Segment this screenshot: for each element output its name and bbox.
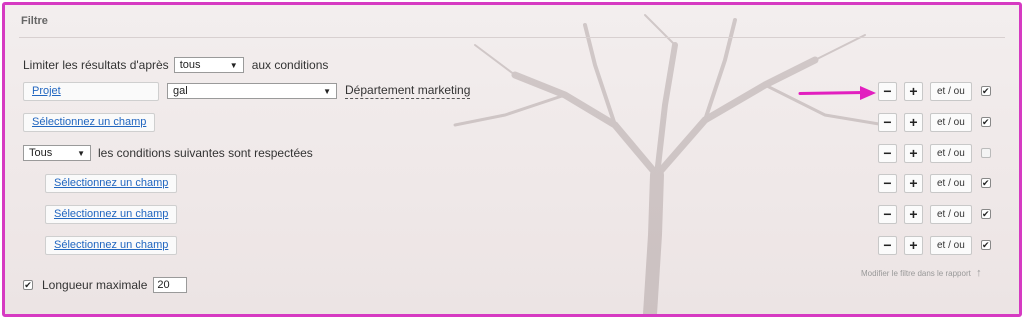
plus-button[interactable]: + [904,204,923,224]
dropdown-arrow-icon: ▼ [323,86,331,96]
condition-checkbox[interactable]: ✔ [980,86,991,96]
limit-row: Limiter les résultats d'après tous ▼ aux… [23,55,328,75]
condition-checkbox[interactable]: ✔ [980,117,991,127]
and-or-button[interactable]: et / ou [930,204,972,224]
annotation-arrow-icon [798,86,876,100]
max-length-row: ✔ Longueur maximale 20 [23,275,188,295]
condition-checkbox[interactable]: ✔ [980,209,991,219]
minus-button[interactable]: − [878,235,897,255]
condition-row-6: Sélectionnez un champ [45,235,178,255]
dropdown-arrow-icon: ▼ [77,148,85,158]
condition-row-4: Sélectionnez un champ [45,173,178,193]
dropdown-arrow-icon: ▼ [229,60,238,70]
filter-panel: Filtre Limiter les résultats d'après tou… [2,2,1022,317]
condition-checkbox[interactable]: ✔ [980,240,991,250]
group-select-value: Tous [29,147,53,159]
minus-button[interactable]: − [878,143,897,163]
title-divider [19,37,1005,38]
group-text: les conditions suivantes sont respectées [98,146,313,160]
plus-button[interactable]: + [904,81,923,101]
field-button[interactable]: Sélectionnez un champ [45,235,178,255]
field-link[interactable]: Sélectionnez un champ [54,177,168,189]
field-link[interactable]: Sélectionnez un champ [54,239,168,251]
modify-filter-link[interactable]: Modifier le filtre dans le rapport ↑ [861,267,982,279]
background-tree-image [453,14,887,314]
condition-controls-1: − + et / ou ✔ [878,81,991,101]
condition-controls-2: − + et / ou ✔ [878,112,991,132]
field-button[interactable]: Sélectionnez un champ [23,112,156,132]
condition-controls-5: − + et / ou ✔ [878,204,991,224]
minus-button[interactable]: − [878,204,897,224]
field-button[interactable]: Projet [23,81,159,101]
and-or-button[interactable]: et / ou [930,143,972,163]
minus-button[interactable]: − [878,112,897,132]
limit-select[interactable]: tous ▼ [173,57,244,73]
minus-button[interactable]: − [878,173,897,193]
condition-value[interactable]: Département marketing [345,83,471,99]
limit-prefix: Limiter les résultats d'après [23,58,169,72]
condition-row-1: Projet gal ▼ Département marketing [23,81,471,101]
and-or-button[interactable]: et / ou [930,81,972,101]
condition-controls-4: − + et / ou ✔ [878,173,991,193]
condition-controls-6: − + et / ou ✔ [878,235,991,255]
limit-suffix: aux conditions [251,58,329,72]
operator-select[interactable]: gal ▼ [167,83,337,99]
plus-button[interactable]: + [904,173,923,193]
plus-button[interactable]: + [904,235,923,255]
condition-group-row: Tous ▼ les conditions suivantes sont res… [23,143,313,163]
panel-title: Filtre [21,15,48,27]
max-length-input[interactable]: 20 [153,277,188,293]
field-button[interactable]: Sélectionnez un champ [45,173,178,193]
condition-checkbox[interactable]: ✔ [980,178,991,188]
plus-button[interactable]: + [904,112,923,132]
condition-checkbox[interactable] [980,148,991,158]
and-or-button[interactable]: et / ou [930,173,972,193]
operator-value: gal [173,85,188,97]
minus-button[interactable]: − [878,81,897,101]
plus-button[interactable]: + [904,143,923,163]
condition-row-2: Sélectionnez un champ [23,112,156,132]
field-link[interactable]: Sélectionnez un champ [54,208,168,220]
field-button[interactable]: Sélectionnez un champ [45,204,178,224]
max-length-checkbox[interactable]: ✔ [23,280,33,290]
group-select[interactable]: Tous ▼ [23,145,91,161]
arrow-up-icon: ↑ [976,267,982,279]
max-length-label: Longueur maximale [42,278,148,292]
limit-select-value: tous [179,59,201,71]
condition-row-5: Sélectionnez un champ [45,204,178,224]
modify-filter-label: Modifier le filtre dans le rapport [861,269,971,278]
field-link[interactable]: Sélectionnez un champ [32,116,146,128]
condition-controls-3: − + et / ou [878,143,991,163]
and-or-button[interactable]: et / ou [930,235,972,255]
and-or-button[interactable]: et / ou [930,112,972,132]
field-link[interactable]: Projet [32,85,61,97]
